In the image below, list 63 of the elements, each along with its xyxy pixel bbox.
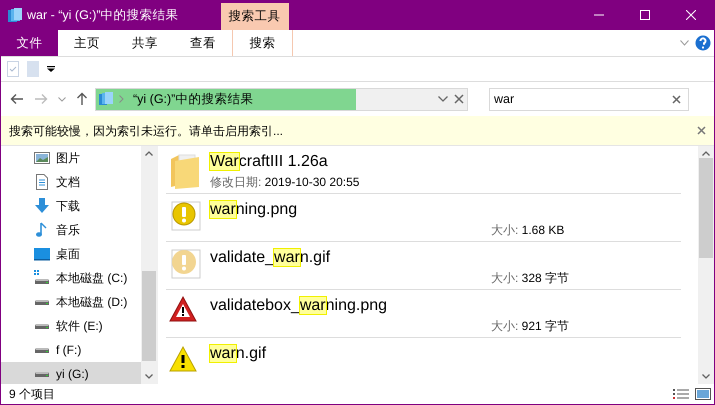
- maximize-icon: [640, 10, 650, 20]
- scroll-down-icon[interactable]: [145, 374, 153, 379]
- drive-icon: [34, 299, 50, 305]
- sidebar-item[interactable]: yi (G:): [1, 362, 141, 384]
- drive-icon: [34, 347, 50, 353]
- file-name[interactable]: warn.gif: [210, 343, 266, 365]
- recent-locations-button[interactable]: [55, 96, 69, 102]
- scroll-up-icon[interactable]: [145, 151, 153, 156]
- document-icon: [34, 174, 50, 190]
- close-icon: [686, 10, 696, 20]
- window-title: war - “yi (G:)”中的搜索结果: [27, 6, 179, 24]
- sidebar-item[interactable]: 文档: [1, 170, 141, 194]
- file-name[interactable]: validatebox_warning.png: [210, 295, 388, 317]
- sidebar-item[interactable]: 本地磁盘 (C:): [1, 266, 141, 290]
- scrollbar[interactable]: [141, 146, 157, 384]
- sidebar-item[interactable]: 软件 (E:): [1, 314, 141, 338]
- close-icon[interactable]: [697, 126, 706, 135]
- file-name[interactable]: validate_warn.gif: [210, 247, 330, 269]
- folder-stack-icon: [99, 92, 113, 106]
- up-arrow-icon: [76, 92, 88, 106]
- file-name[interactable]: warning.png: [210, 199, 298, 221]
- sidebar-item[interactable]: 下载: [1, 194, 141, 218]
- drive-icon: [34, 270, 50, 286]
- sidebar-item[interactable]: 本地磁盘 (D:): [1, 290, 141, 314]
- search-field[interactable]: war: [489, 88, 689, 110]
- scrollbar[interactable]: [698, 146, 714, 384]
- back-arrow-icon: [10, 93, 24, 105]
- warning-icon: [169, 199, 201, 231]
- address-bar[interactable]: “yi (G:)”中的搜索结果: [95, 88, 468, 110]
- sidebar-item[interactable]: f (F:): [1, 338, 141, 362]
- drive-icon: [34, 371, 50, 377]
- item-count: 9 个项目: [9, 386, 56, 403]
- drive-icon: [34, 323, 50, 329]
- monitor-icon: [34, 246, 50, 262]
- file-detail: 修改日期: 2019-10-30 20:55: [210, 174, 360, 191]
- warning-icon: [169, 247, 201, 279]
- chevron-down-icon[interactable]: [438, 96, 448, 102]
- clear-icon[interactable]: [672, 94, 681, 104]
- download-arrow-icon: [34, 198, 50, 214]
- sidebar-item[interactable]: 图片: [1, 146, 141, 170]
- customize-icon[interactable]: [47, 66, 55, 72]
- details-view-icon[interactable]: [673, 388, 689, 400]
- help-icon[interactable]: [695, 35, 711, 51]
- folder-stack-icon: [7, 7, 23, 23]
- file-detail: 大小: 1.68 KB: [491, 222, 564, 239]
- chevron-down-icon: [58, 96, 66, 102]
- chevron-right-icon: [119, 95, 124, 103]
- ribbon-tab[interactable]: 文件: [1, 30, 58, 56]
- chevron-down-icon[interactable]: [680, 40, 689, 46]
- clear-icon[interactable]: [454, 94, 464, 104]
- context-tab-header: 搜索工具: [220, 3, 289, 30]
- large-icons-view-icon[interactable]: [695, 388, 711, 400]
- scroll-down-icon[interactable]: [702, 374, 710, 379]
- sidebar-item[interactable]: 音乐: [1, 218, 141, 242]
- file-name[interactable]: WarcraftIII 1.26a: [210, 151, 328, 173]
- ribbon-tab[interactable]: 搜索: [232, 30, 293, 56]
- scroll-up-icon[interactable]: [702, 151, 710, 156]
- file-detail: 大小: 921 字节: [491, 318, 570, 335]
- file-detail: 大小: 328 字节: [491, 270, 570, 287]
- forward-arrow-icon: [34, 93, 48, 105]
- sidebar-item[interactable]: 桌面: [1, 242, 141, 266]
- address-path: “yi (G:)”中的搜索结果: [133, 90, 254, 108]
- picture-icon: [34, 150, 50, 166]
